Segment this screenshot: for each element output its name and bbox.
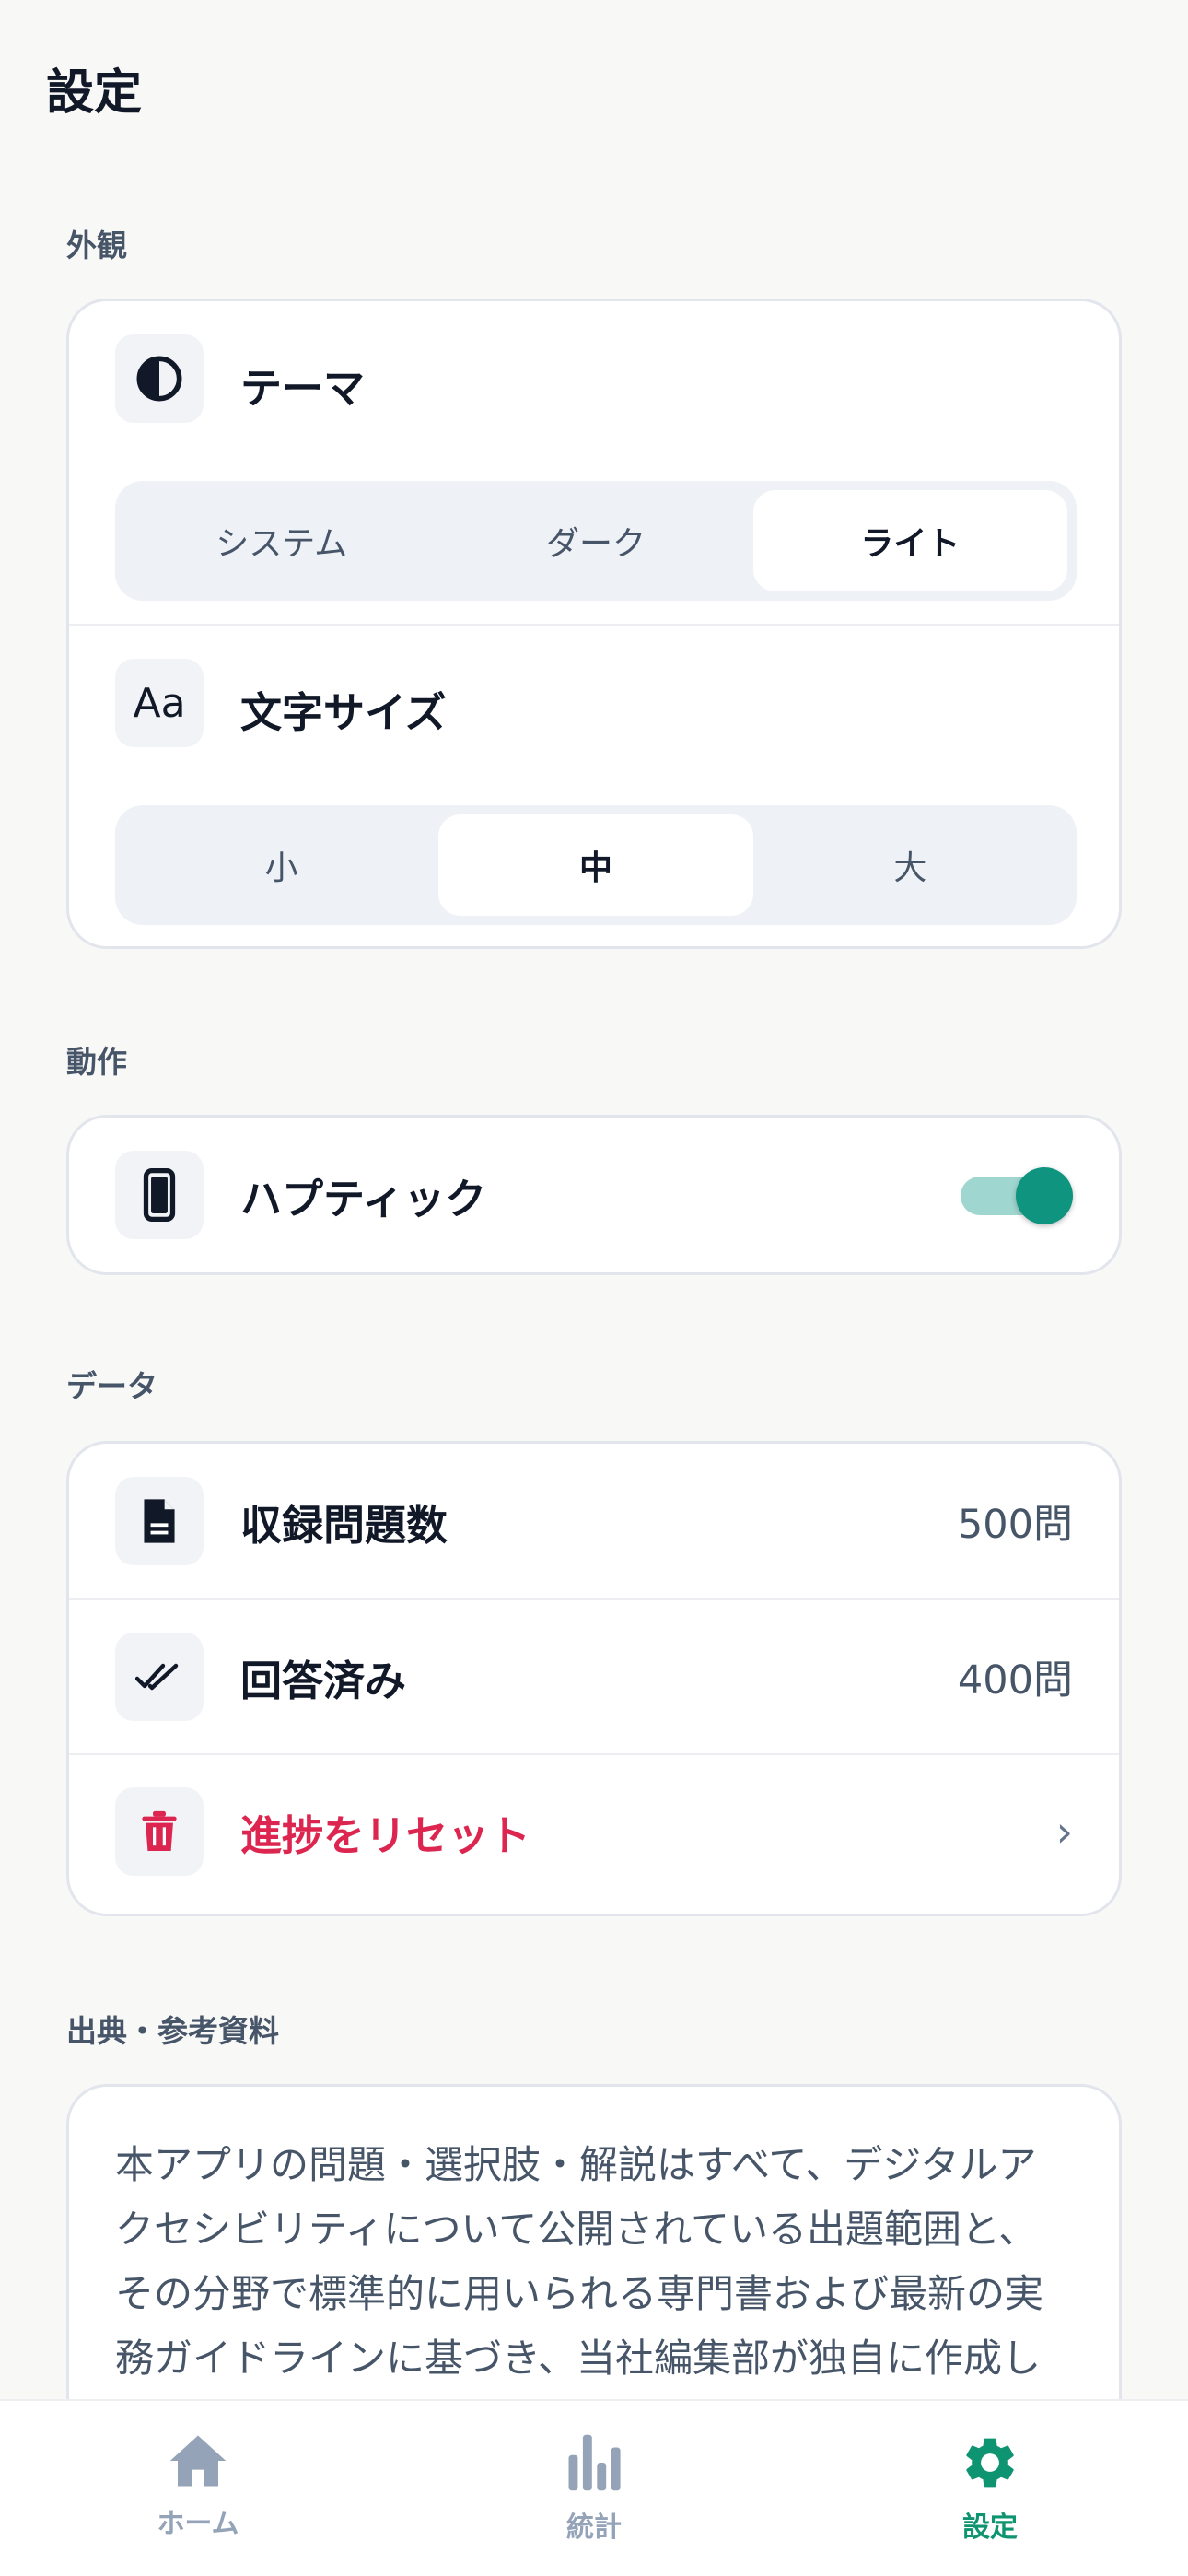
- font-size-segmented-control: 小 中 大: [115, 805, 1077, 925]
- section-label-references: 出典・参考資料: [66, 2013, 279, 2049]
- tab-bar: ホーム 統計 設定: [0, 2399, 1188, 2576]
- font-size-icon: Aa: [133, 679, 186, 727]
- font-size-option-large[interactable]: 大: [753, 814, 1067, 916]
- appearance-card: テーマ システム ダーク ライト Aa 文字サイズ 小 中 大: [66, 299, 1122, 949]
- theme-icon-box: [115, 334, 204, 423]
- gear-icon: [966, 2438, 1014, 2488]
- page-title: 設定: [46, 65, 143, 121]
- tab-stats-label: 統計: [566, 2512, 622, 2544]
- section-label-data: データ: [66, 1368, 157, 1404]
- data-card: 収録問題数 500問 回答済み 400問 進捗をリセット ›: [66, 1441, 1122, 1916]
- font-size-label: 文字サイズ: [240, 688, 447, 737]
- tab-settings[interactable]: 設定: [792, 2401, 1188, 2576]
- home-icon: [169, 2435, 227, 2487]
- reset-progress-label: 進捗をリセット: [240, 1810, 531, 1860]
- haptic-icon-box: [115, 1151, 204, 1239]
- section-label-appearance: 外観: [66, 228, 127, 263]
- chevron-right-icon: ›: [1055, 1807, 1073, 1856]
- section-label-behavior: 動作: [66, 1044, 127, 1080]
- toggle-knob: [1016, 1167, 1073, 1224]
- question-count-icon-box: [115, 1477, 204, 1565]
- contrast-icon: [136, 356, 182, 402]
- theme-row: テーマ システム ダーク ライト: [69, 301, 1119, 624]
- haptic-row: ハプティック: [69, 1118, 1119, 1272]
- trash-icon: [142, 1810, 177, 1851]
- theme-option-light[interactable]: ライト: [752, 490, 1067, 591]
- font-size-option-small[interactable]: 小: [124, 814, 438, 916]
- font-size-option-medium[interactable]: 中: [438, 814, 753, 916]
- font-size-row: Aa 文字サイズ 小 中 大: [69, 624, 1119, 946]
- bar-chart-icon: [568, 2434, 621, 2491]
- question-count-row: 収録問題数 500問: [69, 1444, 1119, 1598]
- phone-icon: [143, 1168, 176, 1222]
- theme-option-dark[interactable]: ダーク: [438, 490, 752, 591]
- document-icon: [144, 1499, 175, 1543]
- reset-progress-button[interactable]: 進捗をリセット ›: [69, 1753, 1119, 1908]
- double-check-icon: [135, 1663, 179, 1691]
- haptic-toggle[interactable]: [961, 1167, 1073, 1224]
- font-size-icon-box: Aa: [115, 659, 204, 747]
- reset-icon-box: [115, 1787, 204, 1876]
- theme-option-system[interactable]: システム: [124, 490, 438, 591]
- answered-row: 回答済み 400問: [69, 1598, 1119, 1753]
- answered-label: 回答済み: [240, 1656, 407, 1705]
- answered-icon-box: [115, 1633, 204, 1721]
- tab-home[interactable]: ホーム: [0, 2401, 396, 2576]
- behavior-card: ハプティック: [66, 1115, 1122, 1275]
- theme-label: テーマ: [240, 364, 366, 413]
- question-count-label: 収録問題数: [240, 1500, 448, 1550]
- tab-stats[interactable]: 統計: [396, 2401, 792, 2576]
- theme-segmented-control: システム ダーク ライト: [115, 481, 1077, 601]
- haptic-label: ハプティック: [240, 1174, 487, 1224]
- tab-home-label: ホーム: [157, 2508, 239, 2540]
- question-count-value: 500問: [957, 1502, 1073, 1548]
- answered-value: 400問: [957, 1657, 1073, 1704]
- tab-settings-label: 設定: [962, 2512, 1018, 2544]
